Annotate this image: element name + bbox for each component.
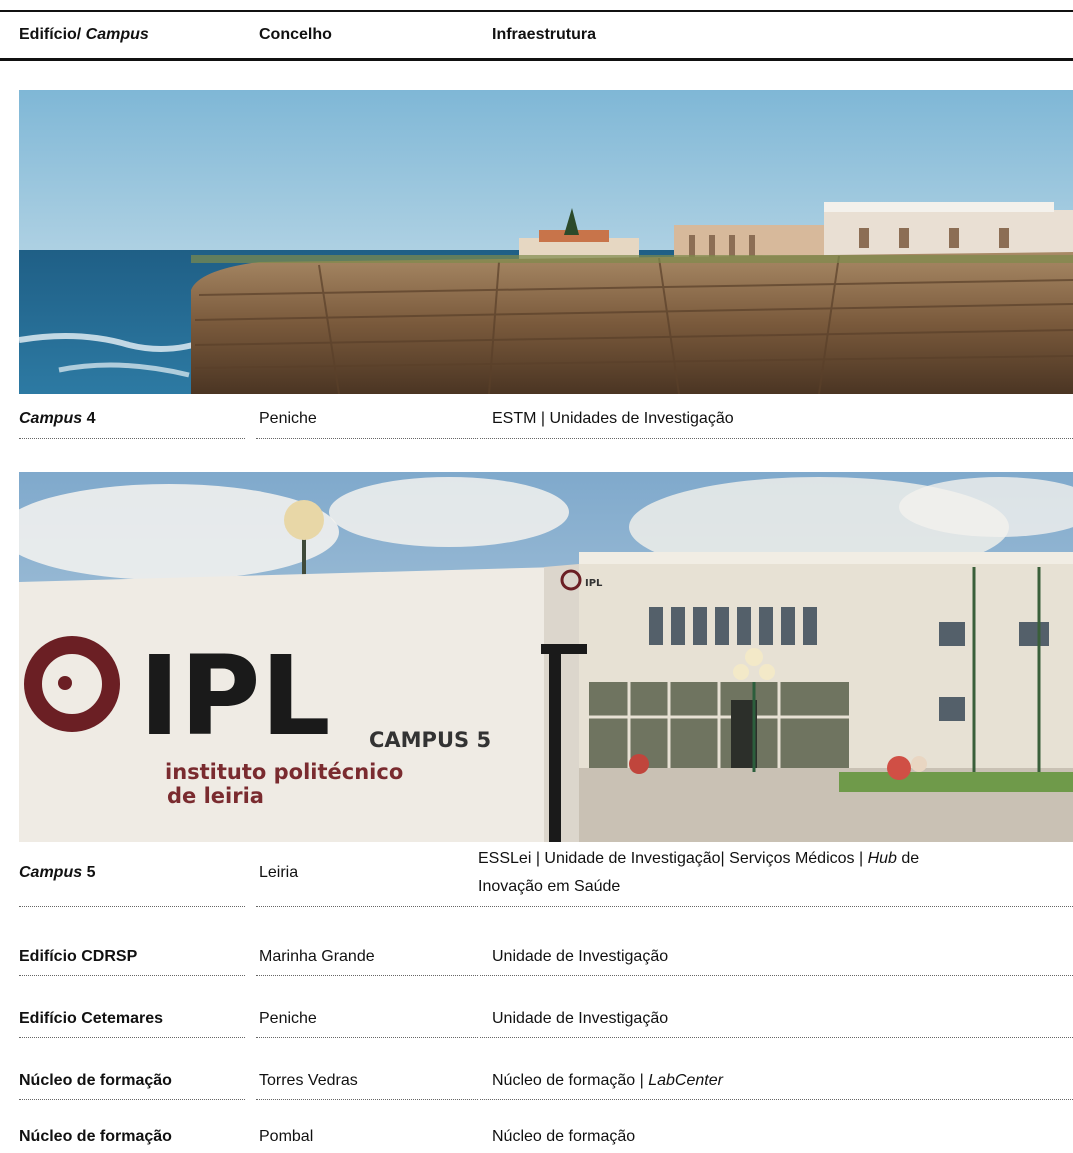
row-4-concelho: Peniche	[259, 1010, 317, 1027]
header-rule	[0, 58, 1073, 61]
row-3-divider	[19, 975, 245, 976]
ipl-sign-line1: instituto politécnico	[165, 760, 403, 784]
row-4-divider	[19, 1037, 245, 1038]
row-3-divider	[480, 975, 1073, 976]
row-4-divider	[256, 1037, 478, 1038]
row-5-divider	[19, 1099, 245, 1100]
row-3-infra: Unidade de Investigação	[492, 948, 669, 965]
row-2-infra: ESSLei | Unidade de Investigação| Serviç…	[478, 850, 920, 867]
campus-5-sign-text: CAMPUS 5	[369, 728, 491, 752]
row-3-divider	[256, 975, 478, 976]
campus-4-photo	[19, 90, 1073, 394]
row-2-name: Campus 5	[19, 864, 96, 881]
row-3-concelho: Marinha Grande	[259, 948, 375, 965]
header-building: Edifício/ Campus	[19, 26, 149, 43]
row-1-divider	[480, 438, 1073, 439]
row-5-concelho: Torres Vedras	[259, 1072, 358, 1089]
header-concelho: Concelho	[259, 26, 332, 43]
row-1-divider	[256, 438, 478, 439]
row-5-divider	[480, 1099, 1073, 1100]
row-2-divider	[256, 906, 478, 907]
row-3-name: Edifício CDRSP	[19, 948, 138, 965]
top-rule	[0, 10, 1073, 12]
row-6-concelho: Pombal	[259, 1128, 314, 1145]
ipl-sign-line2: de leiria	[167, 784, 264, 808]
row-1-infra: ESTM | Unidades de Investigação	[492, 410, 734, 427]
row-2-divider	[19, 906, 245, 907]
header-infra: Infraestrutura	[492, 26, 597, 43]
row-4-divider	[480, 1037, 1073, 1038]
row-5-name: Núcleo de formação	[19, 1072, 172, 1089]
row-5-divider	[256, 1099, 478, 1100]
row-5-infra: Núcleo de formação | LabCenter	[492, 1072, 723, 1089]
campus-5-photo: IPL CAMPUS 5 instituto politécnico de le…	[19, 472, 1073, 842]
row-4-name: Edifício Cetemares	[19, 1010, 164, 1027]
row-6-infra: Núcleo de formação	[492, 1128, 636, 1145]
building-sign-text: IPL	[585, 578, 603, 589]
row-2-divider	[480, 906, 1073, 907]
row-1-concelho: Peniche	[259, 410, 317, 427]
row-4-infra: Unidade de Investigação	[492, 1010, 669, 1027]
row-2-infra-line2: Inovação em Saúde	[478, 878, 621, 895]
row-1-divider	[19, 438, 245, 439]
ipl-sign-text: IPL	[139, 632, 331, 760]
row-6-name: Núcleo de formação	[19, 1128, 172, 1145]
row-1-name: Campus 4	[19, 410, 96, 427]
row-2-concelho: Leiria	[259, 864, 299, 881]
